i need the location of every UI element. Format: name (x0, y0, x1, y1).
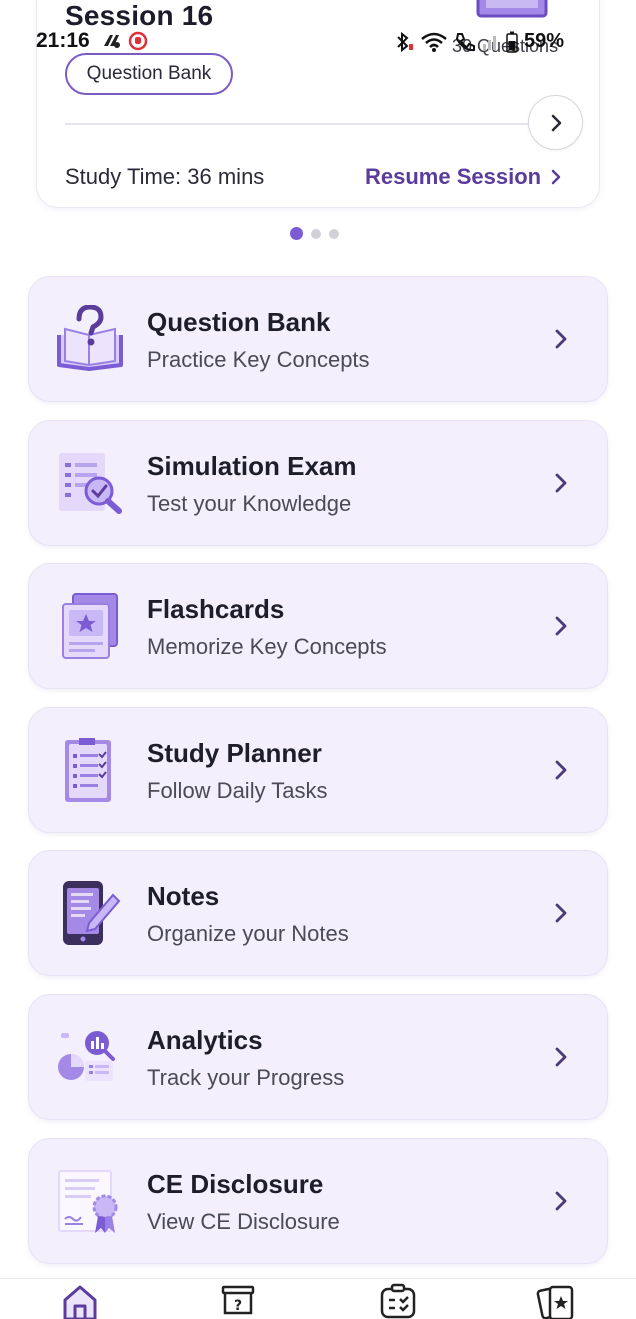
menu-item-notes[interactable]: Notes Organize your Notes (28, 850, 608, 977)
question-box-icon[interactable]: ? (218, 1283, 258, 1319)
pager-dot[interactable] (311, 228, 321, 239)
menu-item-flashcards[interactable]: Flashcards Memorize Key Concepts (28, 563, 608, 690)
study-time: Study Time: 36 mins (65, 164, 265, 189)
chevron-right-icon (555, 473, 567, 492)
certificate-icon (58, 1169, 118, 1233)
menu-item-title: Flashcards (147, 594, 285, 625)
checklist-icon (65, 737, 111, 802)
home-icon[interactable] (60, 1283, 100, 1319)
carousel-pager (290, 227, 339, 240)
chevron-right-icon (555, 1191, 567, 1210)
battery-percent: 59% (524, 30, 565, 52)
phone-pencil-icon (63, 881, 121, 946)
session-title: Session 16 (65, 0, 214, 31)
call-icon (455, 32, 475, 51)
analytics-chart-icon (58, 1030, 115, 1081)
wifi-icon (421, 32, 447, 52)
pager-dot[interactable] (329, 228, 339, 239)
menu-item-ce-disclosure[interactable]: CE Disclosure View CE Disclosure (28, 1137, 608, 1264)
chevron-right-icon (555, 329, 567, 349)
bottom-navigation: ? (0, 1278, 636, 1319)
menu-item-subtitle: Track your Progress (147, 1064, 345, 1090)
signal-icon (483, 35, 496, 50)
exam-magnifier-icon (59, 452, 122, 514)
question-book-icon (57, 305, 123, 371)
menu-item-title: Notes (147, 881, 220, 912)
planner-board-icon[interactable] (378, 1283, 418, 1319)
menu-item-study-planner[interactable]: Study Planner Follow Daily Tasks (28, 706, 608, 833)
menu-item-subtitle: Test your Knowledge (147, 490, 352, 516)
battery-icon (506, 31, 518, 53)
book-illustration-icon (476, 0, 548, 18)
alert-notification-icon (128, 31, 148, 51)
chevron-right-icon (551, 169, 561, 185)
chevron-right-icon (551, 114, 561, 131)
svg-text:?: ? (234, 1298, 242, 1314)
menu-item-subtitle: Practice Key Concepts (147, 347, 370, 372)
chevron-right-icon (555, 1047, 567, 1067)
flashcards-icon (62, 593, 118, 660)
menu-item-subtitle: View CE Disclosure (147, 1208, 340, 1234)
resume-session-link[interactable]: Resume Session (365, 164, 561, 190)
question-bank-chip[interactable]: Question Bank (65, 53, 233, 95)
resume-session-label: Resume Session (365, 164, 542, 189)
menu-item-analytics[interactable]: Analytics Track your Progress (28, 993, 608, 1120)
app-notification-icon (104, 35, 120, 48)
menu-item-subtitle: Organize your Notes (147, 921, 349, 947)
menu-item-title: CE Disclosure (147, 1168, 324, 1199)
menu-item-subtitle: Memorize Key Concepts (147, 634, 387, 660)
status-time: 21:16 (36, 29, 90, 52)
next-session-button[interactable] (528, 95, 583, 150)
flashcards-star-icon[interactable] (536, 1283, 576, 1319)
menu-item-title: Study Planner (147, 737, 322, 768)
chevron-right-icon (555, 760, 567, 780)
bluetooth-icon (397, 31, 413, 52)
session-progress-line (65, 123, 535, 125)
chevron-right-icon (555, 903, 567, 923)
menu-item-simulation-exam[interactable]: Simulation Exam Test your Knowledge (28, 419, 608, 546)
menu-item-subtitle: Follow Daily Tasks (147, 777, 328, 803)
menu-item-title: Simulation Exam (147, 450, 357, 481)
menu-item-title: Analytics (147, 1024, 263, 1055)
menu-item-title: Question Bank (147, 307, 331, 337)
feature-menu: Question Bank Practice Key Concepts Simu… (28, 276, 608, 1281)
chevron-right-icon (555, 616, 567, 636)
menu-item-question-bank[interactable]: Question Bank Practice Key Concepts (28, 276, 608, 402)
pager-dot-active[interactable] (290, 227, 303, 240)
